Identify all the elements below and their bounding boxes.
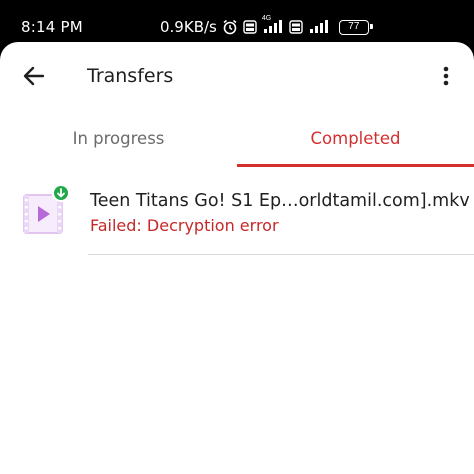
list-divider: [88, 254, 474, 255]
volte-icon-2: [289, 20, 303, 34]
back-button[interactable]: [20, 62, 48, 90]
battery-icon: 77: [338, 19, 373, 35]
transfer-status: Failed: Decryption error: [90, 216, 279, 235]
signal-4g-icon: 4G: [262, 15, 284, 34]
battery-tip: [370, 24, 373, 29]
tab-bar: In progress Completed: [0, 120, 474, 168]
page-title: Transfers: [87, 65, 174, 87]
tab-in-progress[interactable]: In progress: [0, 120, 237, 166]
tab-completed[interactable]: Completed: [237, 120, 474, 166]
file-name: Teen Titans Go! S1 Ep…orldtamil.com].mkv: [90, 191, 470, 211]
transfers-sheet: Transfers In progress Completed Teen Tit…: [0, 42, 474, 474]
download-badge-icon: [52, 184, 70, 202]
tab-indicator: [237, 164, 474, 167]
app-bar: Transfers: [0, 42, 474, 110]
alarm-icon: [222, 19, 238, 35]
transfer-item[interactable]: Teen Titans Go! S1 Ep…orldtamil.com].mkv…: [0, 176, 474, 256]
network-speed: 0.9KB/s: [160, 18, 217, 36]
network-type: 4G: [261, 15, 272, 22]
battery-level: 77: [348, 20, 360, 32]
status-time: 8:14 PM: [21, 18, 83, 36]
status-right-group: 0.9KB/s 4G 77: [160, 15, 373, 36]
status-bar: 8:14 PM 0.9KB/s 4G 77: [0, 0, 474, 40]
more-options-button[interactable]: [434, 64, 458, 88]
signal-icon: [308, 20, 330, 34]
arrow-back-icon: [23, 66, 45, 86]
volte-icon: [243, 20, 257, 34]
more-vert-icon: [443, 66, 449, 86]
